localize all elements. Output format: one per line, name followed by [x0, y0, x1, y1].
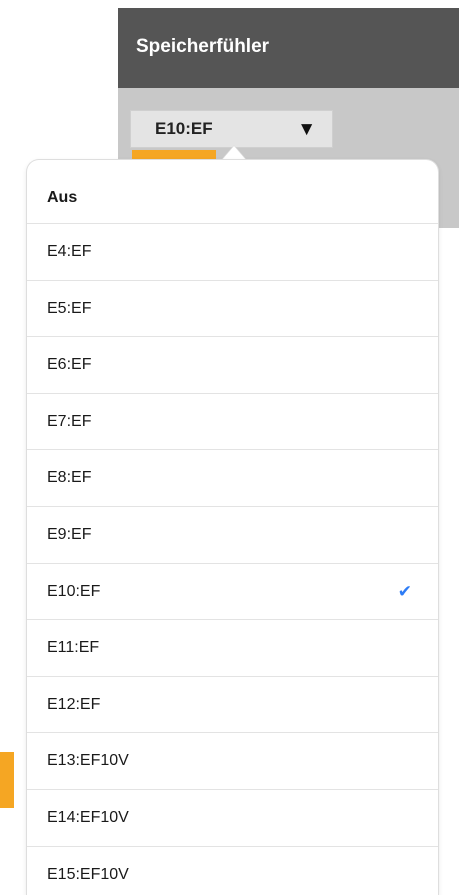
- dropdown-option-label: E9:EF: [47, 525, 92, 543]
- page-title: Speicherfühler: [136, 36, 270, 57]
- dropdown-option[interactable]: E6:EF: [27, 337, 438, 394]
- dropdown-option-label: E11:EF: [47, 639, 100, 657]
- dropdown-option-label: E14:EF10V: [47, 808, 129, 826]
- dropdown-option[interactable]: E15:EF10V: [27, 847, 438, 895]
- dropdown-option-label: Aus: [47, 189, 78, 206]
- dropdown-option[interactable]: E12:EF: [27, 677, 438, 734]
- dropdown-option-label: E5:EF: [47, 299, 92, 317]
- speicherfuehler-select[interactable]: E10:EF ▼: [130, 110, 333, 148]
- dropdown-option[interactable]: E9:EF: [27, 507, 438, 564]
- caret-down-icon: ▼: [297, 119, 316, 140]
- dropdown-option-label: E12:EF: [47, 695, 101, 713]
- left-orange-accent: [0, 752, 14, 808]
- dropdown-popover: Aus E4:EF E5:EF E6:EF E7:EF E8:EF E9:EF E10:EF ✔…: [27, 160, 438, 895]
- dropdown-option[interactable]: E7:EF: [27, 394, 438, 451]
- dropdown-option[interactable]: E14:EF10V: [27, 790, 438, 847]
- dropdown-option-label: E15:EF10V: [47, 865, 129, 883]
- dropdown-option-label: E8:EF: [47, 469, 92, 487]
- dropdown-option[interactable]: E8:EF: [27, 450, 438, 507]
- dropdown-option[interactable]: Aus: [27, 160, 438, 224]
- dropdown-option-label: E7:EF: [47, 412, 92, 430]
- dropdown-option[interactable]: E13:EF10V: [27, 733, 438, 790]
- popover-arrow: [222, 146, 246, 160]
- dropdown-option[interactable]: E4:EF: [27, 224, 438, 281]
- dropdown-option-label: E13:EF10V: [47, 752, 129, 770]
- dropdown-option[interactable]: E11:EF: [27, 620, 438, 677]
- dropdown-options-list: Aus E4:EF E5:EF E6:EF E7:EF E8:EF E9:EF E10:EF ✔…: [27, 160, 438, 895]
- dropdown-option-label: E4:EF: [47, 243, 92, 260]
- dropdown-option-label: E10:EF: [47, 582, 101, 600]
- checkmark-icon: ✔: [397, 581, 412, 601]
- dropdown-option-label: E6:EF: [47, 356, 92, 374]
- select-value: E10:EF: [155, 119, 213, 138]
- dropdown-option[interactable]: E10:EF ✔: [27, 564, 438, 621]
- dropdown-option[interactable]: E5:EF: [27, 281, 438, 338]
- orange-accent-bar: [132, 150, 216, 160]
